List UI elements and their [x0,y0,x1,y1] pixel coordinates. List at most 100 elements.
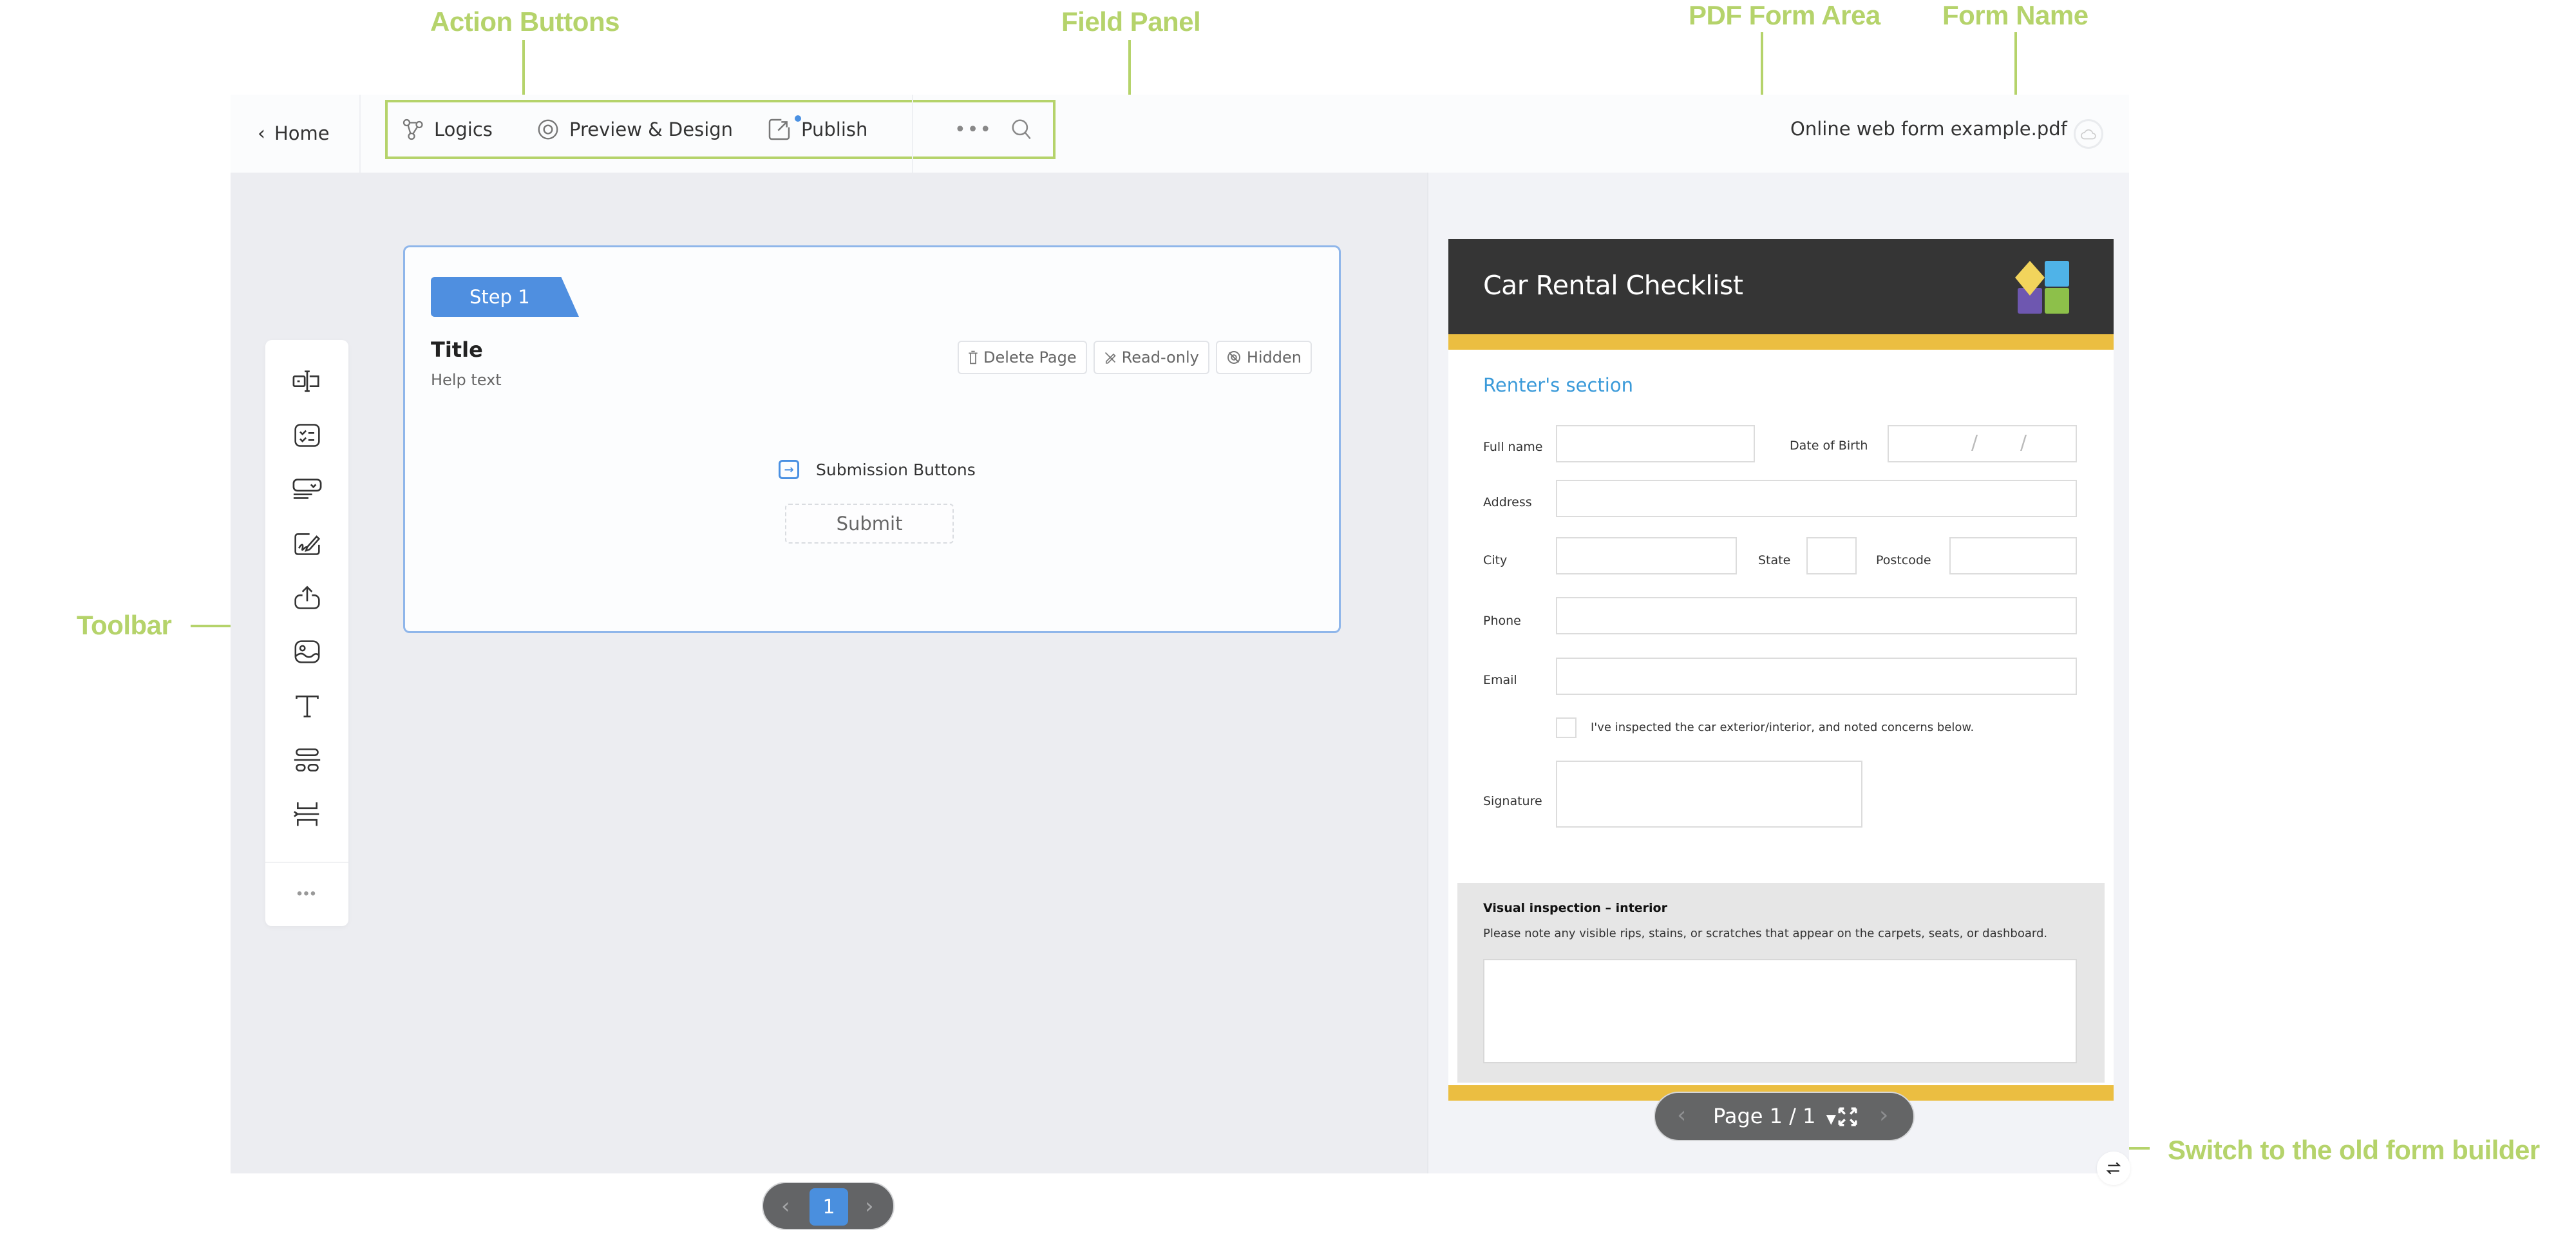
preview-design-button[interactable]: Preview & Design [536,102,733,156]
pdf-document: Car Rental Checklist Renter's section Fu… [1448,239,2114,1101]
pdf-page-navigator: ‹ Page 1 / 1 ▼ › [1654,1092,1915,1141]
more-dots-icon: ••• [296,885,317,902]
home-label: Home [274,122,330,144]
logo-icon [2015,261,2069,314]
publish-button[interactable]: Publish [766,102,867,156]
address-label: Address [1483,495,1532,509]
cloud-save-icon [2081,129,2096,140]
phone-field[interactable] [1556,597,2077,634]
dob-field[interactable]: / / [1888,425,2077,462]
fullscreen-icon[interactable] [1837,1106,1859,1128]
inspection-title: Visual inspection – interior [1483,901,1667,915]
current-page-button[interactable]: 1 [810,1188,848,1226]
checkbox-tool[interactable] [265,408,348,462]
city-field[interactable] [1556,537,1737,574]
upload-tool[interactable] [265,571,348,625]
search-button[interactable] [1010,102,1043,156]
annotation-switch-builder: Switch to the old form builder [2168,1135,2540,1165]
signature-field[interactable] [1556,761,1862,828]
state-field[interactable] [1806,537,1857,574]
email-label: Email [1483,673,1517,687]
search-icon [1012,119,1031,140]
prev-page-button[interactable]: ‹ [781,1193,790,1219]
pdf-prev-page-button[interactable]: ‹ [1677,1102,1686,1128]
inspection-description: Please note any visible rips, stains, or… [1483,927,2048,940]
toolbar-divider [265,862,348,863]
full-name-label: Full name [1483,440,1543,454]
layout-icon [294,748,320,772]
field-panel-card[interactable]: Step 1 Title Help text Delete Page Read-… [403,245,1341,633]
delete-page-button[interactable]: Delete Page [958,341,1087,374]
dropdown-icon [292,479,321,499]
annotation-toolbar: Toolbar [77,610,172,640]
inspection-checkbox[interactable] [1556,717,1577,738]
image-tool[interactable] [265,625,348,679]
full-name-field[interactable] [1556,425,1755,462]
logic-flow-icon [402,119,423,140]
step-tab[interactable]: Step 1 [431,277,579,317]
next-page-button[interactable]: › [865,1193,874,1219]
address-field[interactable] [1556,480,2077,517]
page-break-icon [293,802,319,826]
more-tools-button[interactable]: ••• [265,867,348,921]
city-label: City [1483,553,1508,567]
page-break-tool[interactable] [265,787,348,841]
pdf-title: Car Rental Checklist [1483,270,1743,301]
read-only-button[interactable]: Read-only [1093,341,1209,374]
pdf-next-page-button[interactable]: › [1879,1102,1888,1128]
phone-label: Phone [1483,614,1521,628]
text-input-icon [292,370,319,392]
read-only-label: Read-only [1121,348,1199,366]
image-icon [294,640,319,663]
caret-down-icon: ▼ [1826,1111,1837,1126]
email-field[interactable] [1556,658,2077,695]
pdf-header: Car Rental Checklist [1448,239,2114,334]
switch-arrows-icon [2106,1162,2121,1175]
publish-badge-dot [795,115,801,122]
page-actions: Delete Page Read-only Hidden [958,341,1312,374]
submit-arrow-icon: → [779,460,799,479]
pdf-section-title: Renter's section [1483,374,1633,396]
text-tool[interactable] [265,679,348,733]
inspection-notes-field[interactable] [1483,959,2077,1063]
postcode-field[interactable] [1949,537,2077,574]
annotation-action-buttons: Action Buttons [430,6,620,37]
page-help-text[interactable]: Help text [431,371,502,389]
preview-design-label: Preview & Design [569,119,734,140]
share-external-icon [768,119,790,140]
switch-old-builder-button[interactable] [2097,1152,2130,1185]
annotation-form-name: Form Name [1942,0,2088,30]
top-header: ‹ Home Logics Preview & Design Publish •… [231,95,2129,173]
form-builder-app: ‹ Home Logics Preview & Design Publish •… [231,95,2130,1230]
submit-button[interactable]: Submit [785,504,954,544]
postcode-label: Postcode [1876,553,1931,567]
publish-label: Publish [801,119,868,140]
signature-tool[interactable] [265,517,348,571]
inspection-section: Visual inspection – interior Please note… [1457,883,2105,1083]
submission-buttons-label: Submission Buttons [816,460,976,479]
text-input-tool[interactable] [265,354,348,408]
more-button[interactable]: ••• [954,102,992,156]
pdf-form-area: Car Rental Checklist Renter's section Fu… [1427,173,2130,1185]
field-panel-canvas: Step 1 Title Help text Delete Page Read-… [231,173,1427,1230]
form-name[interactable]: Online web form example.pdf [1790,118,2067,140]
text-icon [295,696,319,717]
hidden-button[interactable]: Hidden [1215,341,1312,374]
cloud-save-button[interactable] [2074,119,2103,149]
inspection-checkbox-label: I've inspected the car exterior/interior… [1591,721,1975,734]
annotation-field-panel: Field Panel [1061,6,1201,37]
dob-label: Date of Birth [1790,439,1868,453]
dropdown-tool[interactable] [265,462,348,517]
logics-button[interactable]: Logics [402,102,493,156]
pdf-page-select[interactable]: Page 1 / 1 ▼ [1713,1104,1836,1128]
layout-tool[interactable] [265,733,348,787]
home-button[interactable]: ‹ Home [258,117,330,150]
signature-label: Signature [1483,794,1542,808]
pdf-page-label: Page 1 / 1 [1713,1104,1816,1128]
pencil-off-icon [1104,352,1116,364]
annotation-pdf-form-area: PDF Form Area [1689,0,1880,30]
signature-icon [294,533,320,555]
eye-off-icon [1227,351,1240,364]
trash-icon [969,350,978,365]
page-title[interactable]: Title [431,337,483,362]
